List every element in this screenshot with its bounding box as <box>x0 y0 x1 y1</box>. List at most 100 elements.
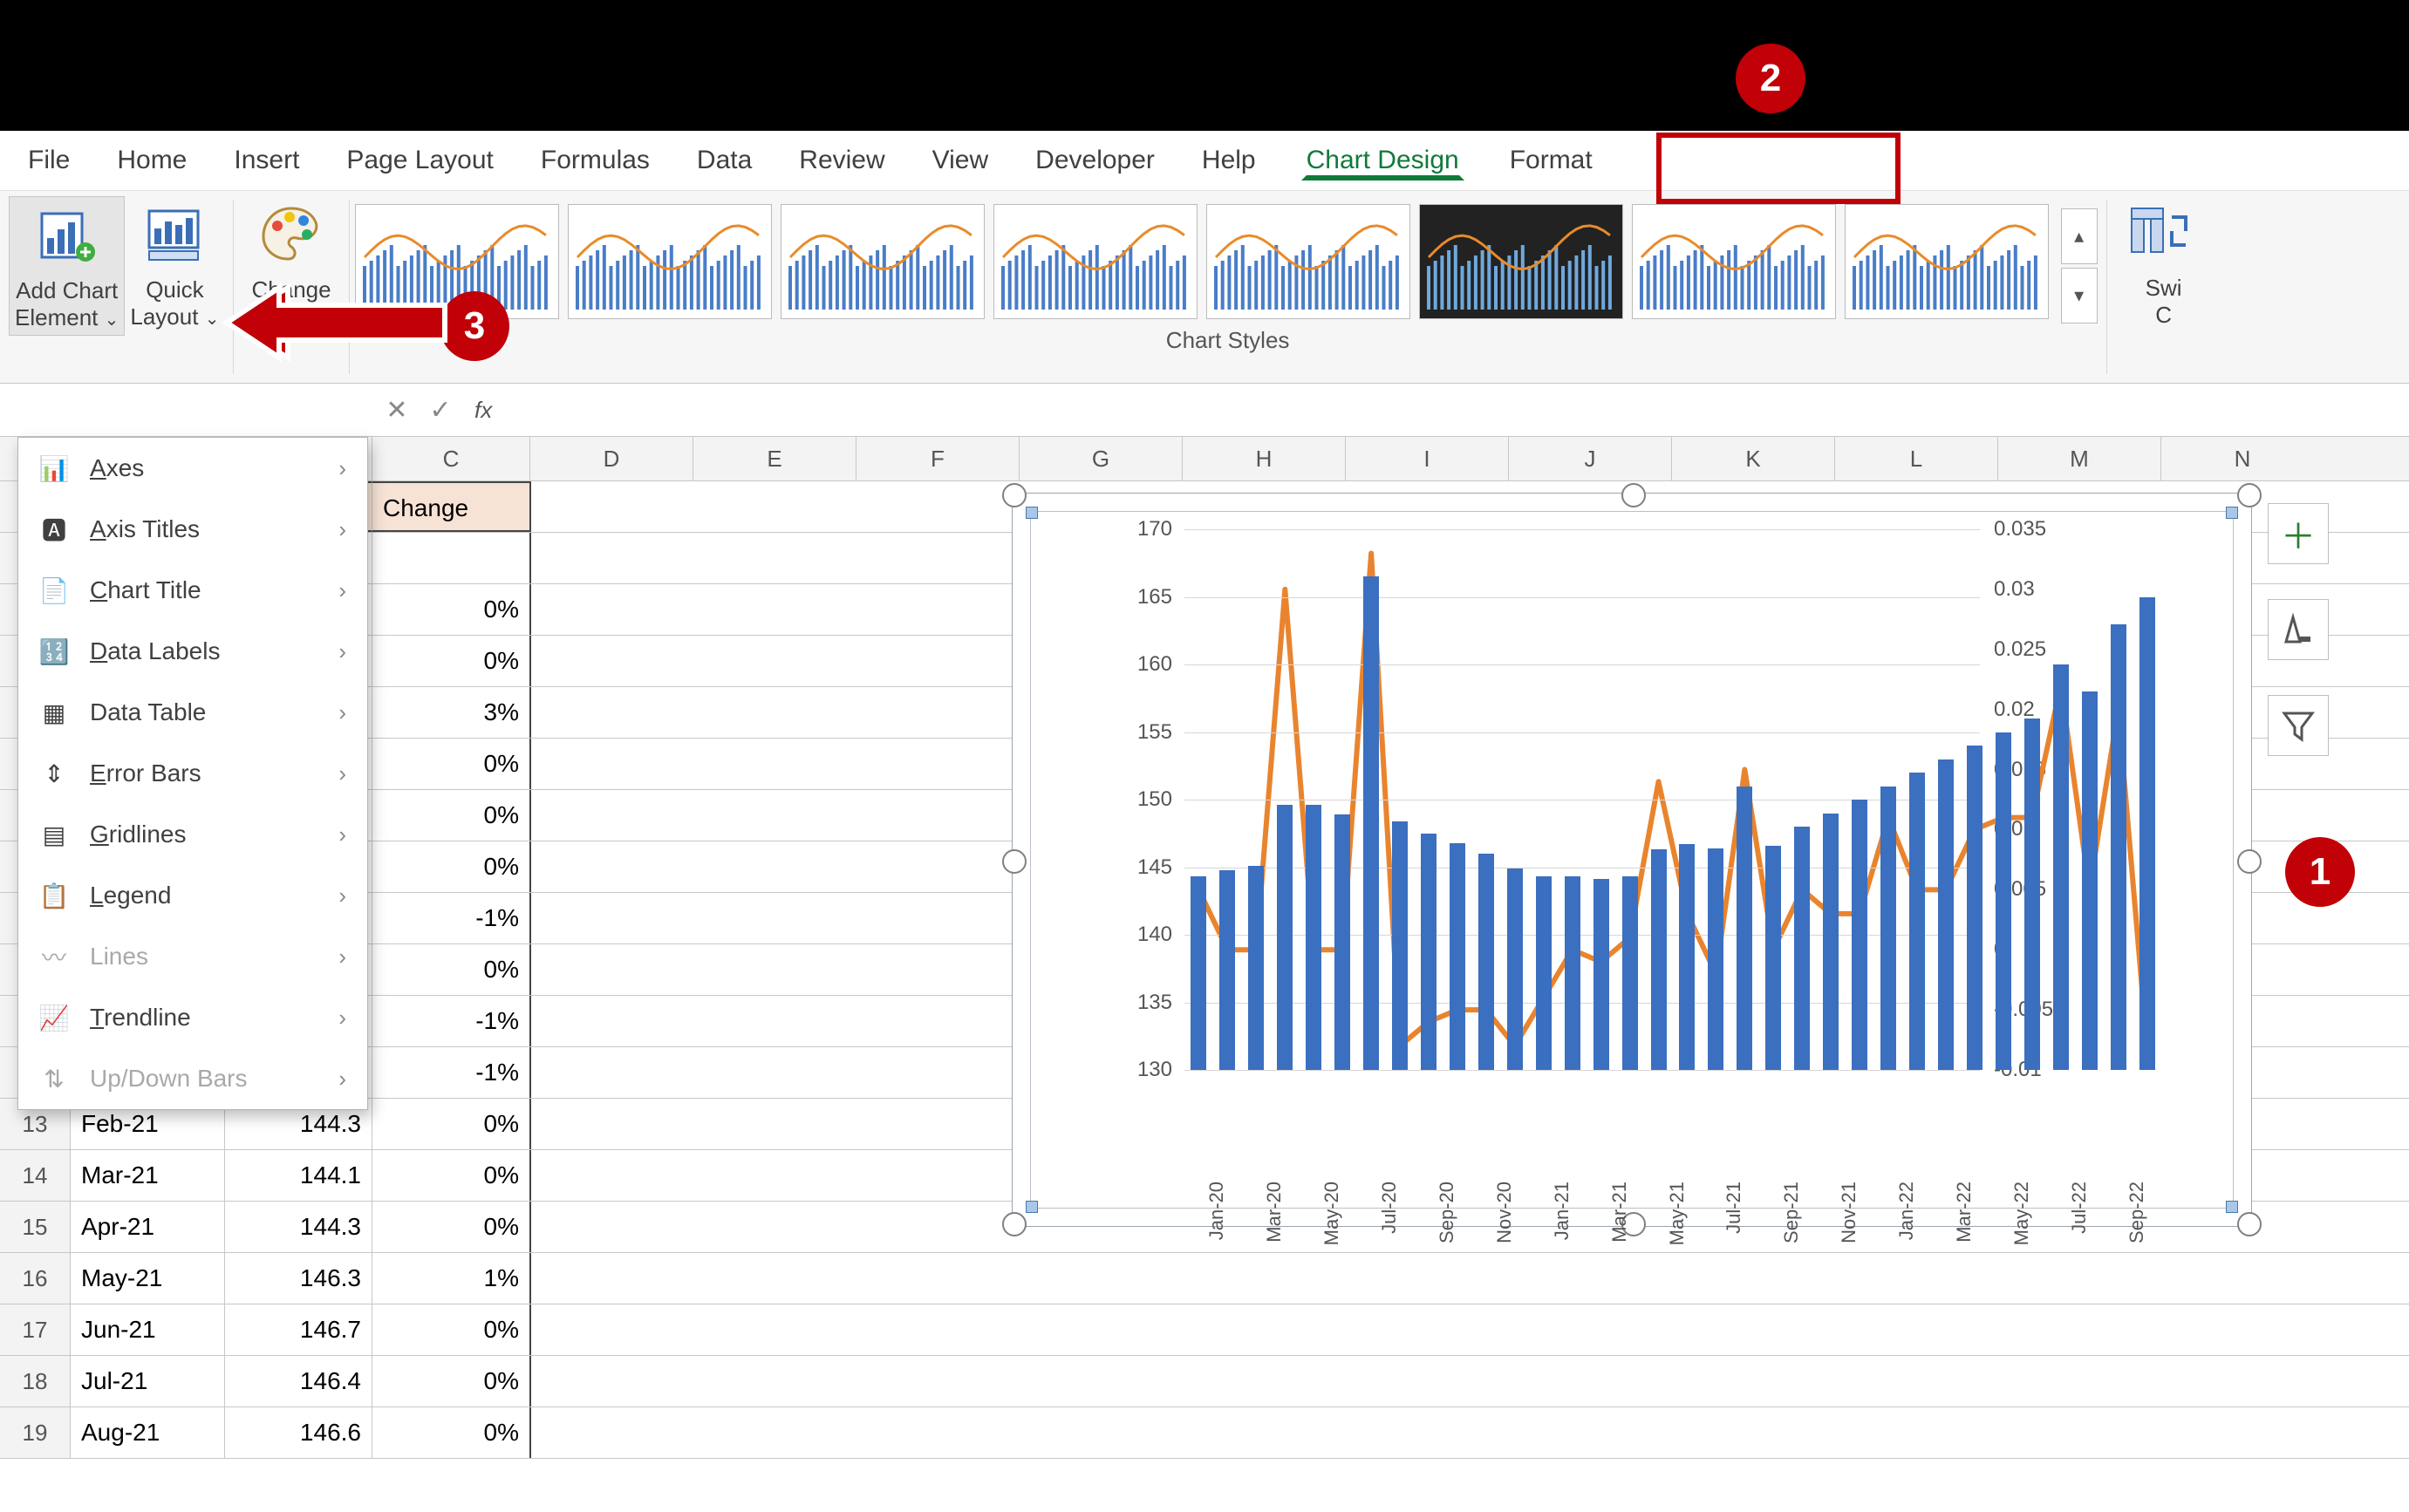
data-bar[interactable] <box>1536 876 1552 1070</box>
chart-elements-button[interactable]: ＋ <box>2268 503 2329 564</box>
selection-handle[interactable] <box>2237 483 2262 507</box>
cell[interactable]: Change <box>372 481 531 532</box>
chart-style-thumb[interactable] <box>568 204 772 319</box>
data-bar[interactable] <box>1852 800 1867 1070</box>
data-bar[interactable] <box>2024 719 2040 1070</box>
cell[interactable]: 144.1 <box>225 1150 372 1201</box>
menu-legend[interactable]: 📋Legend › <box>18 865 367 926</box>
style-gallery-up-button[interactable]: ▴ <box>2061 208 2098 264</box>
col-header[interactable]: E <box>693 437 856 480</box>
data-bar[interactable] <box>2053 664 2069 1070</box>
cell[interactable]: -1% <box>372 1047 531 1098</box>
col-header[interactable]: D <box>530 437 693 480</box>
cell[interactable]: 0% <box>372 1202 531 1252</box>
formula-cancel-button[interactable]: ✕ <box>375 395 419 426</box>
col-header[interactable]: N <box>2161 437 2324 480</box>
cell[interactable]: 1% <box>372 1253 531 1304</box>
cell[interactable]: 0% <box>372 1304 531 1355</box>
col-header[interactable]: M <box>1998 437 2161 480</box>
data-bar[interactable] <box>1737 787 1752 1071</box>
col-header[interactable]: G <box>1020 437 1183 480</box>
data-bar[interactable] <box>1565 876 1580 1070</box>
cell[interactable]: 0% <box>372 841 531 892</box>
data-bar[interactable] <box>1794 827 1810 1070</box>
cell[interactable]: Apr-21 <box>71 1202 225 1252</box>
cell[interactable]: 144.3 <box>225 1202 372 1252</box>
plot-handle[interactable] <box>1026 1201 1038 1213</box>
data-bar[interactable] <box>1277 805 1293 1070</box>
menu-axis-titles[interactable]: 🅰Axis Titles › <box>18 499 367 560</box>
tab-file[interactable]: File <box>26 142 72 179</box>
cell[interactable]: Mar-21 <box>71 1150 225 1201</box>
data-bar[interactable] <box>1823 814 1839 1071</box>
tab-home[interactable]: Home <box>115 142 188 179</box>
menu-axes[interactable]: 📊Axes › <box>18 438 367 499</box>
row-header[interactable]: 16 <box>0 1253 71 1304</box>
add-chart-element-button[interactable]: Add Chart Element ⌄ <box>9 196 125 336</box>
menu-data-table[interactable]: ▦Data Table › <box>18 682 367 743</box>
data-bar[interactable] <box>1938 759 1954 1071</box>
col-header[interactable]: L <box>1835 437 1998 480</box>
selection-handle[interactable] <box>2237 1212 2262 1236</box>
tab-developer[interactable]: Developer <box>1034 142 1157 179</box>
tab-review[interactable]: Review <box>797 142 886 179</box>
menu-trendline[interactable]: 📈Trendline › <box>18 987 367 1048</box>
quick-layout-button[interactable]: Quick Layout ⌄ <box>125 196 224 336</box>
tab-page-layout[interactable]: Page Layout <box>345 142 495 179</box>
selection-handle[interactable] <box>1002 483 1027 507</box>
data-bar[interactable] <box>1909 773 1925 1070</box>
tab-view[interactable]: View <box>931 142 990 179</box>
menu-chart-title[interactable]: 📄Chart Title › <box>18 560 367 621</box>
tab-insert[interactable]: Insert <box>232 142 301 179</box>
selection-handle[interactable] <box>1002 849 1027 874</box>
col-header[interactable]: C <box>372 437 530 480</box>
data-bar[interactable] <box>1219 870 1235 1070</box>
data-bar[interactable] <box>1478 854 1494 1070</box>
col-header[interactable]: I <box>1346 437 1509 480</box>
col-header[interactable]: J <box>1509 437 1672 480</box>
tab-data[interactable]: Data <box>695 142 754 179</box>
cell[interactable]: 0% <box>372 1150 531 1201</box>
data-bar[interactable] <box>1880 787 1896 1071</box>
cell[interactable]: 3% <box>372 687 531 738</box>
menu-gridlines[interactable]: ▤Gridlines › <box>18 804 367 865</box>
cell[interactable]: 0% <box>372 636 531 686</box>
data-bar[interactable] <box>1622 876 1638 1070</box>
cell[interactable]: Jul-21 <box>71 1356 225 1406</box>
data-bar[interactable] <box>1450 843 1465 1070</box>
data-bar[interactable] <box>2111 624 2126 1071</box>
tab-chart-design[interactable]: Chart Design <box>1301 140 1464 180</box>
cell[interactable]: 146.6 <box>225 1407 372 1458</box>
data-bar[interactable] <box>1334 814 1350 1070</box>
category-axis[interactable]: Jan-20Mar-20May-20Jul-20Sep-20Nov-20Jan-… <box>1184 1091 1980 1204</box>
selection-handle[interactable] <box>1621 483 1646 507</box>
menu-error-bars[interactable]: ⇕Error Bars › <box>18 743 367 804</box>
tab-format[interactable]: Format <box>1508 142 1594 179</box>
embedded-chart[interactable]: 130135140145150155160165170 -0.01-0.0050… <box>1012 493 2252 1227</box>
row-header[interactable]: 14 <box>0 1150 71 1201</box>
tab-formulas[interactable]: Formulas <box>539 142 652 179</box>
data-bar[interactable] <box>1679 844 1695 1070</box>
data-bar[interactable] <box>1967 746 1982 1070</box>
insert-function-button[interactable]: fx <box>462 397 492 424</box>
col-header[interactable]: F <box>856 437 1020 480</box>
data-bar[interactable] <box>1996 732 2011 1071</box>
style-gallery-more-button[interactable]: ▾ <box>2061 268 2098 324</box>
data-bar[interactable] <box>2139 597 2155 1071</box>
cell[interactable]: Jun-21 <box>71 1304 225 1355</box>
selection-handle[interactable] <box>2237 849 2262 874</box>
cell[interactable]: 0% <box>372 1099 531 1149</box>
chart-styles-button[interactable] <box>2268 599 2329 660</box>
formula-enter-button[interactable]: ✓ <box>419 395 462 426</box>
chart-filters-button[interactable] <box>2268 695 2329 756</box>
row-header[interactable]: 15 <box>0 1202 71 1252</box>
selection-handle[interactable] <box>1002 1212 1027 1236</box>
data-bar[interactable] <box>1191 876 1206 1070</box>
data-bar[interactable] <box>1363 576 1379 1070</box>
col-header[interactable]: K <box>1672 437 1835 480</box>
data-bar[interactable] <box>1593 879 1609 1070</box>
data-bar[interactable] <box>1421 834 1437 1070</box>
cell[interactable]: 0% <box>372 584 531 635</box>
data-bar[interactable] <box>2082 691 2098 1070</box>
plot-handle[interactable] <box>1026 507 1038 519</box>
